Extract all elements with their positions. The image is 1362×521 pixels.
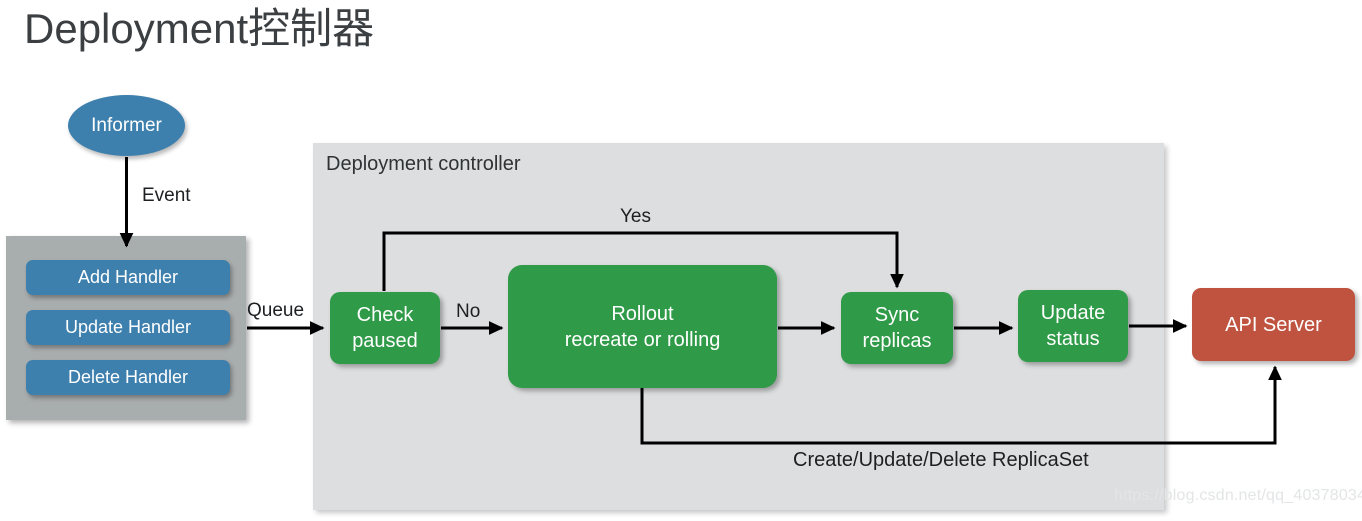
- handler-add-label: Add Handler: [77, 267, 179, 287]
- handler-delete-label: Delete Handler: [67, 367, 189, 387]
- informer-label: Informer: [91, 114, 162, 136]
- handler-panel: Add Handler Update Handler Delete Handle…: [6, 236, 246, 420]
- edge-label-yes: Yes: [620, 206, 651, 227]
- watermark: https://blog.csdn.net/qq_40378034: [1114, 487, 1362, 504]
- update-status-node: Update status: [1018, 290, 1128, 362]
- edge-label-create-update-delete-replicaset: Create/Update/Delete ReplicaSet: [793, 449, 1089, 471]
- sync-replicas-node: Sync replicas: [841, 292, 953, 364]
- check-paused-label-line1: Check: [356, 304, 414, 326]
- rollout-node: Rollout recreate or rolling: [508, 265, 777, 388]
- check-paused-node: Check paused: [330, 292, 440, 364]
- rollout-label-line2: recreate or rolling: [564, 328, 721, 351]
- edge-label-event: Event: [142, 185, 191, 206]
- update-status-label-line2: status: [1046, 328, 1100, 350]
- sync-replicas-label-line1: Sync: [874, 304, 920, 326]
- handler-update-label: Update Handler: [64, 317, 192, 337]
- api-server-label: API Server: [1225, 313, 1322, 336]
- edge-label-no: No: [456, 301, 481, 322]
- page-title: Deployment控制器: [24, 5, 375, 52]
- api-server-node: API Server: [1192, 288, 1355, 361]
- diagram-canvas: Deployment控制器 Informer Add Handler Updat…: [0, 0, 1362, 521]
- update-status-label-line1: Update: [1040, 302, 1106, 324]
- handler-delete-node: Delete Handler: [26, 360, 230, 395]
- sync-replicas-label-line2: replicas: [862, 330, 932, 352]
- check-paused-label-line2: paused: [352, 330, 418, 352]
- handler-update-node: Update Handler: [26, 310, 230, 345]
- rollout-label-line1: Rollout: [611, 302, 674, 325]
- informer-node: Informer: [68, 95, 185, 156]
- handler-add-node: Add Handler: [26, 260, 230, 295]
- edge-label-queue: Queue: [247, 300, 305, 321]
- deployment-controller-title: Deployment controller: [326, 153, 521, 175]
